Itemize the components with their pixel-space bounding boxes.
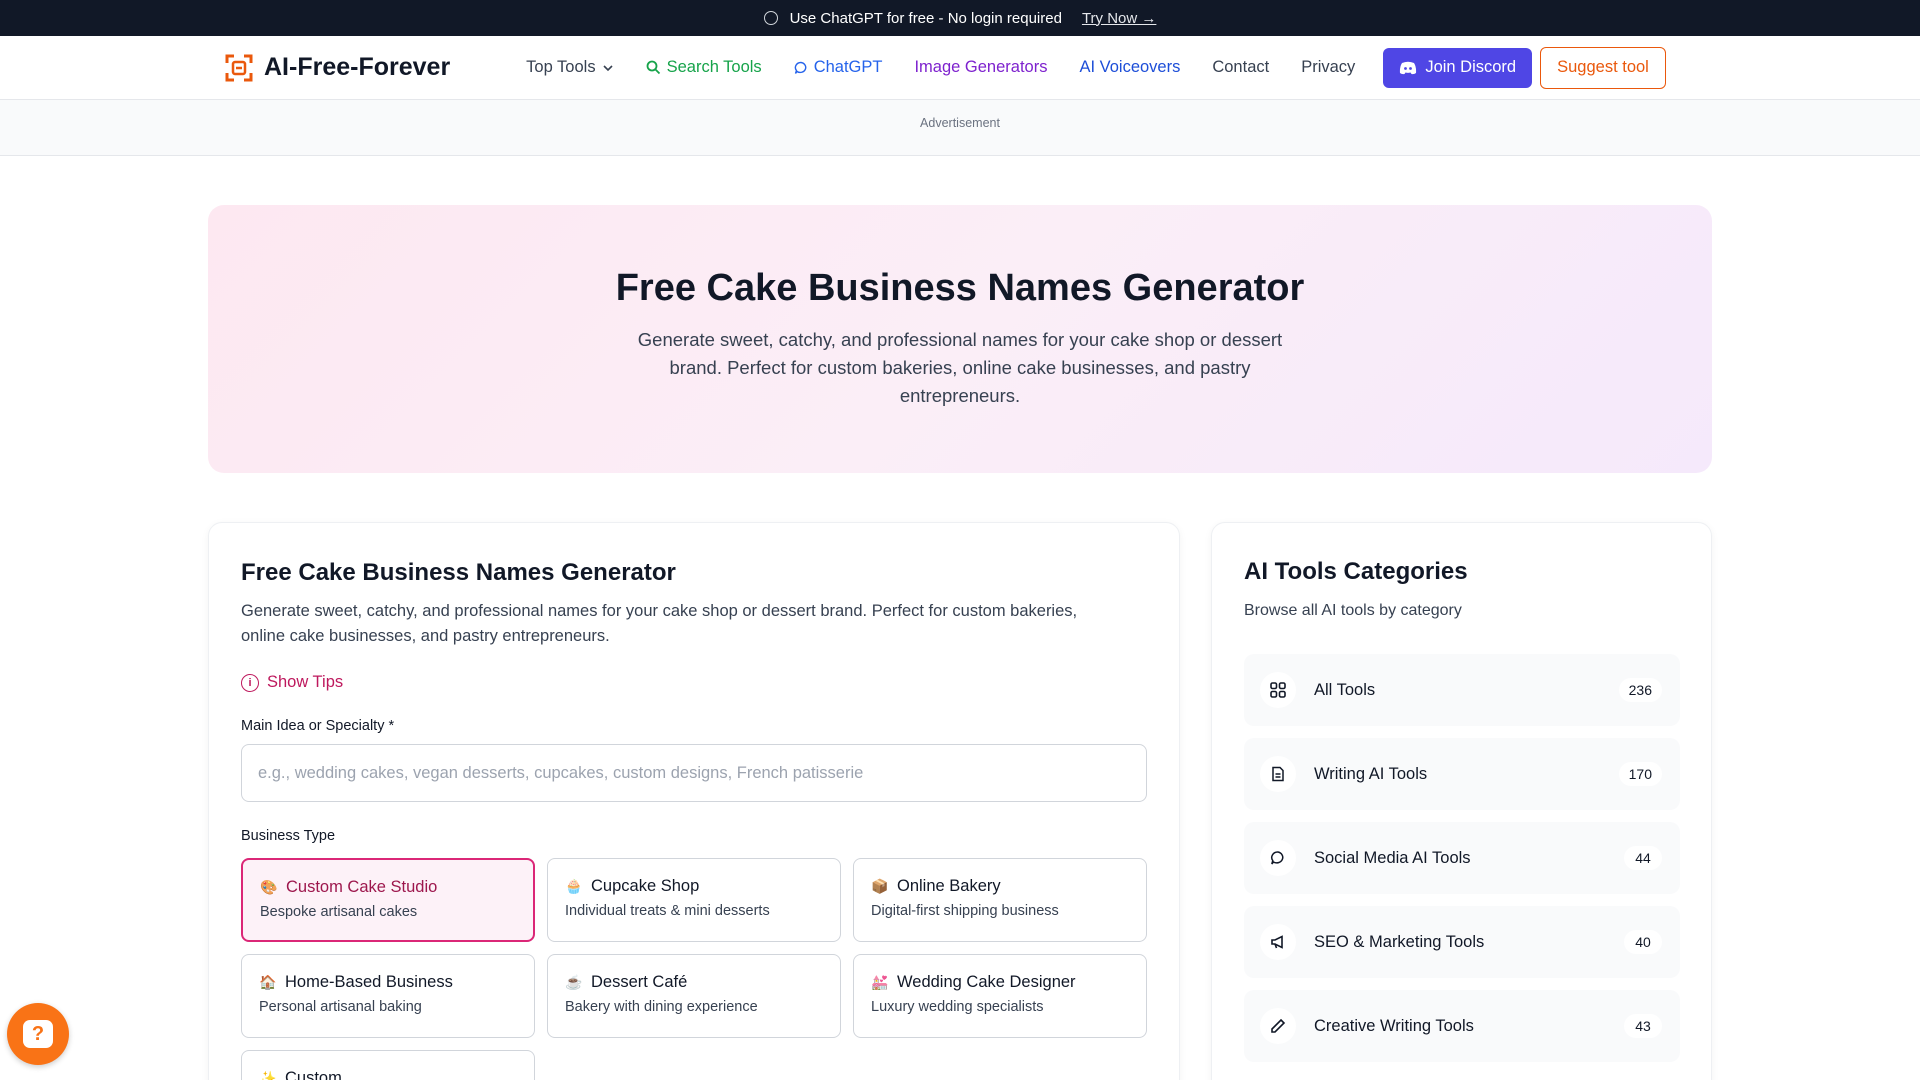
category-count: 40	[1624, 930, 1662, 954]
option-online-bakery[interactable]: 📦 Online Bakery Digital-first shipping bu…	[853, 858, 1147, 942]
pencil-icon	[1260, 1008, 1296, 1044]
business-type-label: Business Type	[241, 828, 336, 844]
join-discord-button[interactable]: Join Discord	[1383, 47, 1533, 88]
category-name: SEO & Marketing Tools	[1314, 932, 1485, 951]
main-idea-label: Main Idea or Specialty *	[241, 718, 395, 734]
nav-search-tools-label: Search Tools	[666, 58, 762, 76]
option-title: Custom Cake Studio	[286, 878, 438, 896]
nav-image-generators-label: Image Generators	[914, 58, 1048, 76]
option-subtitle: Digital-first shipping business	[871, 903, 1059, 919]
try-now-link[interactable]: Try Now →	[1082, 10, 1156, 27]
categories-subtitle: Browse all AI tools by category	[1244, 602, 1462, 619]
grid-icon	[1260, 672, 1296, 708]
search-icon	[646, 60, 660, 75]
wedding-icon: 💒	[871, 974, 889, 990]
question-icon: ?	[23, 1020, 53, 1048]
option-subtitle: Bakery with dining experience	[565, 999, 758, 1015]
advertisement-banner: Advertisement	[0, 100, 1920, 156]
option-custom[interactable]: ✨ Custom	[241, 1050, 535, 1080]
category-count: 43	[1624, 1014, 1662, 1038]
info-icon: i	[241, 673, 259, 692]
suggest-tool-label: Suggest tool	[1557, 58, 1649, 76]
categories-sidebar: AI Tools Categories Browse all AI tools …	[1211, 522, 1712, 1080]
option-title: Dessert Café	[591, 973, 688, 991]
nav-chatgpt[interactable]: ChatGPT	[794, 58, 883, 77]
chevron-down-icon	[603, 64, 613, 71]
announcement-bar: Use ChatGPT for free - No login required…	[0, 0, 1920, 36]
advertisement-label: Advertisement	[920, 116, 1000, 130]
help-button[interactable]: ?	[7, 1003, 69, 1065]
megaphone-icon	[1260, 924, 1296, 960]
category-creative-writing-tools[interactable]: Creative Writing Tools 43	[1244, 990, 1680, 1062]
show-tips-label: Show Tips	[267, 673, 344, 691]
logo-icon	[225, 54, 253, 81]
nav-ai-voiceovers-label: AI Voiceovers	[1079, 58, 1181, 76]
categories-title: AI Tools Categories	[1244, 558, 1468, 585]
nav-top-tools-label: Top Tools	[526, 58, 596, 76]
suggest-tool-button[interactable]: Suggest tool	[1540, 46, 1666, 89]
announcement-text: Use ChatGPT for free - No login required	[789, 9, 1062, 27]
nav-menu: Top Tools Search Tools ChatGPT Image Gen…	[526, 58, 1387, 77]
option-cupcake-shop[interactable]: 🧁 Cupcake Shop Individual treats & mini d…	[547, 858, 841, 942]
nav-contact-label: Contact	[1212, 58, 1270, 76]
show-tips-toggle[interactable]: i Show Tips	[241, 673, 1147, 692]
option-wedding-cake-designer[interactable]: 💒 Wedding Cake Designer Luxury wedding sp…	[853, 954, 1147, 1038]
category-count: 236	[1618, 678, 1662, 702]
business-type-options: 🎨 Custom Cake Studio Bespoke artisanal ca…	[241, 858, 1147, 1080]
site-logo[interactable]: AI-Free-Forever	[224, 53, 450, 83]
option-title: Cupcake Shop	[591, 877, 700, 895]
generator-title: Free Cake Business Names Generator	[241, 559, 676, 586]
nav-image-generators[interactable]: Image Generators	[914, 58, 1047, 77]
main-navigation: AI-Free-Forever Top Tools Search Tools C…	[0, 36, 1920, 100]
hero-subtitle: Generate sweet, catchy, and professional…	[637, 329, 1283, 406]
category-seo-marketing-tools[interactable]: SEO & Marketing Tools 40	[1244, 906, 1680, 978]
nav-ai-voiceovers[interactable]: AI Voiceovers	[1079, 58, 1180, 77]
coffee-icon: ☕	[565, 974, 583, 990]
package-icon: 📦	[871, 878, 889, 894]
category-count: 44	[1624, 846, 1662, 870]
main-idea-input[interactable]	[241, 744, 1147, 802]
generator-description: Generate sweet, catchy, and professional…	[241, 602, 1078, 645]
option-dessert-cafe[interactable]: ☕ Dessert Café Bakery with dining experie…	[547, 954, 841, 1038]
nav-privacy[interactable]: Privacy	[1301, 58, 1355, 77]
chat-icon	[763, 11, 778, 25]
document-icon	[1260, 756, 1296, 792]
category-name: Social Media AI Tools	[1314, 848, 1471, 867]
option-title: Home-Based Business	[285, 973, 453, 991]
category-count: 170	[1618, 762, 1662, 786]
join-discord-label: Join Discord	[1425, 58, 1517, 76]
hero-section: Free Cake Business Names Generator Gener…	[208, 205, 1712, 473]
nav-search-tools[interactable]: Search Tools	[646, 58, 762, 77]
category-name: Creative Writing Tools	[1314, 1016, 1474, 1035]
nav-contact[interactable]: Contact	[1212, 58, 1269, 77]
option-custom-cake-studio[interactable]: 🎨 Custom Cake Studio Bespoke artisanal ca…	[241, 858, 535, 942]
category-name: All Tools	[1314, 680, 1376, 699]
nav-privacy-label: Privacy	[1301, 58, 1356, 76]
discord-icon	[1400, 61, 1417, 74]
category-all-tools[interactable]: All Tools 236	[1244, 654, 1680, 726]
category-writing-ai-tools[interactable]: Writing AI Tools 170	[1244, 738, 1680, 810]
page-title: Free Cake Business Names Generator	[615, 267, 1305, 309]
chat-bubble-icon	[1260, 840, 1296, 876]
option-title: Custom	[285, 1069, 342, 1080]
sparkles-icon: ✨	[259, 1070, 277, 1080]
option-subtitle: Personal artisanal baking	[259, 999, 422, 1015]
chat-bubble-icon	[794, 61, 807, 74]
option-subtitle: Individual treats & mini desserts	[565, 903, 770, 919]
option-subtitle: Luxury wedding specialists	[871, 999, 1044, 1015]
option-subtitle: Bespoke artisanal cakes	[260, 904, 418, 920]
nav-chatgpt-label: ChatGPT	[813, 58, 883, 76]
option-title: Wedding Cake Designer	[897, 973, 1076, 991]
cupcake-icon: 🧁	[565, 878, 583, 894]
nav-top-tools[interactable]: Top Tools	[526, 58, 613, 77]
generator-card: Free Cake Business Names Generator Gener…	[208, 522, 1180, 1080]
option-title: Online Bakery	[897, 877, 1001, 895]
category-social-media-ai-tools[interactable]: Social Media AI Tools 44	[1244, 822, 1680, 894]
category-name: Writing AI Tools	[1314, 764, 1428, 783]
house-icon: 🏠	[259, 974, 277, 990]
option-home-based-business[interactable]: 🏠 Home-Based Business Personal artisanal …	[241, 954, 535, 1038]
palette-icon: 🎨	[260, 879, 278, 895]
logo-text: AI-Free-Forever	[264, 53, 451, 81]
